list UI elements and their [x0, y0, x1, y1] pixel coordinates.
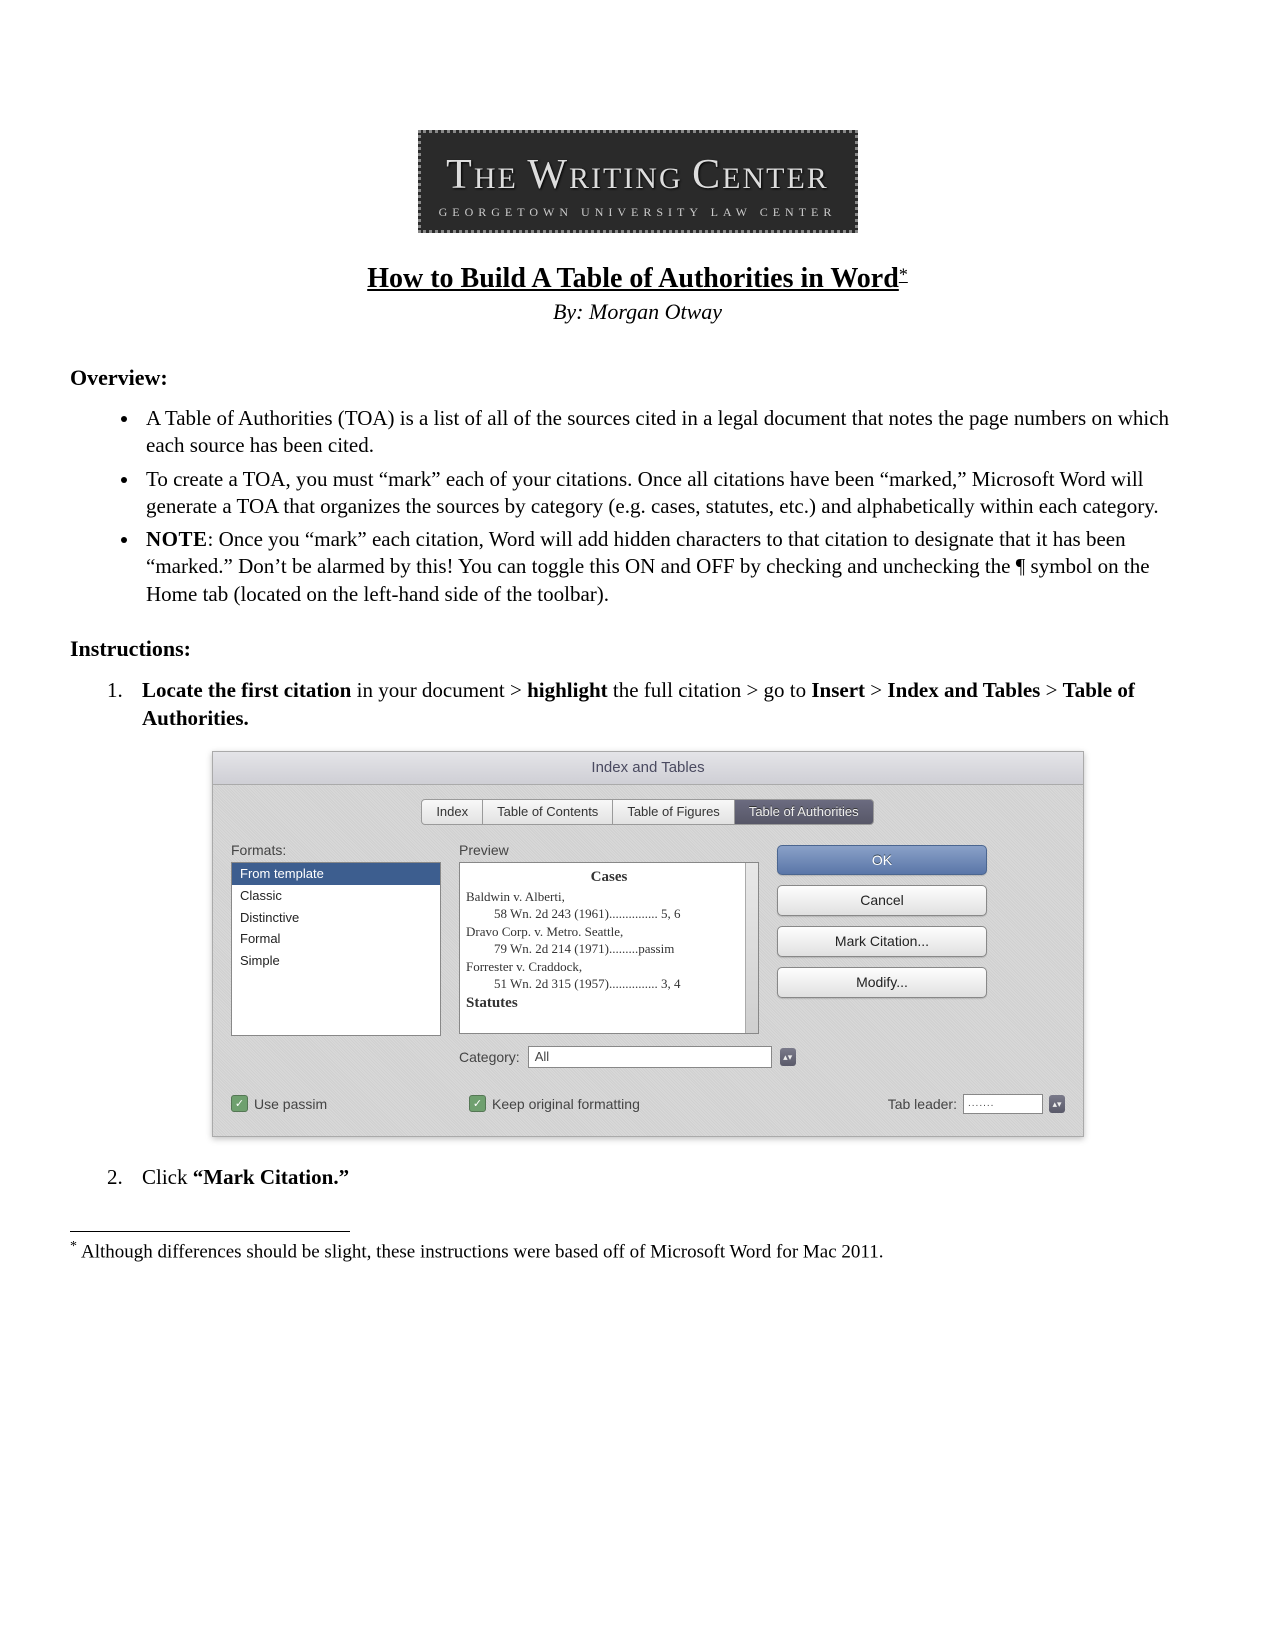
- preview-pane: Cases Baldwin v. Alberti, 58 Wn. 2d 243 …: [459, 862, 759, 1034]
- tab-leader-select[interactable]: .......: [963, 1094, 1043, 1114]
- tab-index[interactable]: Index: [421, 799, 483, 825]
- document-title: How to Build A Table of Authorities in W…: [70, 263, 1205, 295]
- category-label: Category:: [459, 1048, 520, 1067]
- footnote-separator: [70, 1231, 350, 1232]
- dialog-title: Index and Tables: [213, 752, 1083, 785]
- instructions-list: Locate the first citation in your docume…: [70, 676, 1205, 1191]
- cancel-button[interactable]: Cancel: [777, 885, 987, 916]
- overview-item: To create a TOA, you must “mark” each of…: [140, 466, 1205, 521]
- preview-heading-statutes: Statutes: [466, 993, 752, 1013]
- instruction-step-2: Click “Mark Citation.”: [128, 1163, 1205, 1191]
- footnote: * Although differences should be slight, …: [70, 1238, 1205, 1265]
- note-label: NOTE: [146, 527, 208, 551]
- title-footnote-mark: *: [899, 265, 908, 285]
- tab-leader-label: Tab leader:: [888, 1095, 957, 1114]
- logo-sub-text: GEORGETOWN UNIVERSITY LAW CENTER: [431, 205, 845, 220]
- note-text: : Once you “mark” each citation, Word wi…: [146, 527, 1150, 606]
- tab-table-of-contents[interactable]: Table of Contents: [482, 799, 613, 825]
- logo-banner: THE WRITING CENTER GEORGETOWN UNIVERSITY…: [418, 130, 858, 233]
- dialog-tabstrip: IndexTable of ContentsTable of FiguresTa…: [213, 785, 1083, 833]
- instructions-heading: Instructions:: [70, 636, 1205, 662]
- overview-list: A Table of Authorities (TOA) is a list o…: [70, 405, 1205, 608]
- tab-table-of-authorities[interactable]: Table of Authorities: [734, 799, 874, 825]
- title-text: How to Build A Table of Authorities in W…: [367, 263, 899, 294]
- index-and-tables-dialog: Index and Tables IndexTable of ContentsT…: [212, 751, 1084, 1137]
- overview-item: NOTE: Once you “mark” each citation, Wor…: [140, 526, 1205, 608]
- footnote-mark: *: [70, 1239, 77, 1254]
- format-option-formal[interactable]: Formal: [232, 928, 440, 950]
- preview-heading-cases: Cases: [466, 867, 752, 887]
- overview-item: A Table of Authorities (TOA) is a list o…: [140, 405, 1205, 460]
- format-option-classic[interactable]: Classic: [232, 885, 440, 907]
- modify-button[interactable]: Modify...: [777, 967, 987, 998]
- preview-label: Preview: [459, 841, 759, 860]
- format-option-from-template[interactable]: From template: [232, 863, 440, 885]
- byline: By: Morgan Otway: [70, 299, 1205, 325]
- instruction-step-1: Locate the first citation in your docume…: [128, 676, 1205, 1137]
- use-passim-checkbox[interactable]: ✓: [231, 1095, 248, 1112]
- tab-leader-stepper[interactable]: ▴▾: [1049, 1095, 1065, 1113]
- footnote-text: Although differences should be slight, t…: [81, 1242, 883, 1263]
- use-passim-label: Use passim: [254, 1095, 327, 1114]
- category-value: All: [535, 1048, 549, 1066]
- format-option-distinctive[interactable]: Distinctive: [232, 907, 440, 929]
- formats-listbox[interactable]: From template Classic Distinctive Formal…: [231, 862, 441, 1036]
- logo-main-text: THE WRITING CENTER: [431, 151, 845, 199]
- overview-heading: Overview:: [70, 365, 1205, 391]
- keep-formatting-label: Keep original formatting: [492, 1095, 640, 1114]
- category-select[interactable]: All: [528, 1046, 772, 1068]
- category-stepper[interactable]: ▴▾: [780, 1048, 796, 1066]
- formats-label: Formats:: [231, 841, 441, 860]
- ok-button[interactable]: OK: [777, 845, 987, 876]
- format-option-simple[interactable]: Simple: [232, 950, 440, 972]
- tab-table-of-figures[interactable]: Table of Figures: [612, 799, 735, 825]
- keep-formatting-checkbox[interactable]: ✓: [469, 1095, 486, 1112]
- mark-citation-button[interactable]: Mark Citation...: [777, 926, 987, 957]
